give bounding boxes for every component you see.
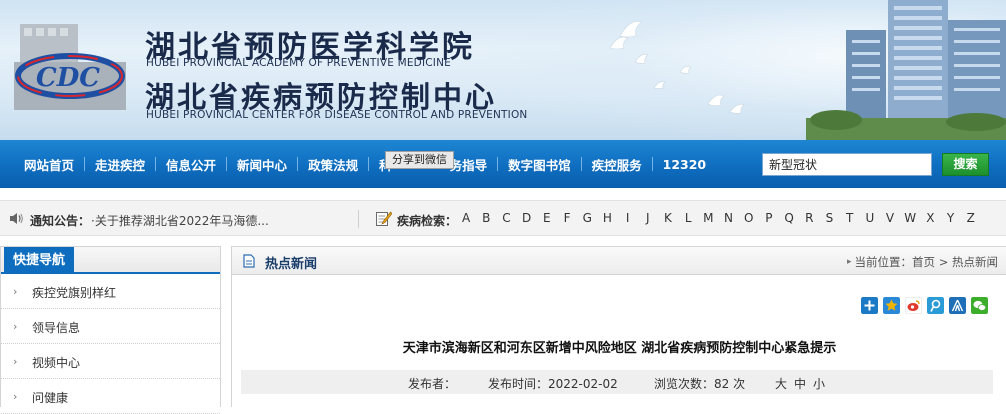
publish-date: 发布时间：2022-02-02 (488, 377, 618, 391)
letter-link[interactable]: N (718, 211, 738, 225)
weibo-icon[interactable] (905, 297, 922, 314)
letter-link[interactable]: C (496, 211, 516, 225)
letter-link[interactable]: B (476, 211, 496, 225)
disease-search-label: 疾病检索： (397, 214, 458, 228)
main-nav: 网站首页 走进疾控 信息公开 新闻中心 政策法规 科 务指导 数字图书馆 疾控服… (0, 140, 1006, 188)
main-content: 热点新闻 ▸ 当前位置： 首页 > 热点新闻 天津市滨海新区和河东区新增中风险地… (231, 246, 1006, 407)
breadcrumb-prefix: 当前位置： (854, 255, 913, 269)
quick-nav-item-label: 疾控党旗别样红 (32, 286, 117, 300)
chevron-right-icon: › (13, 355, 18, 368)
notice-bar: 通知公告： ·关于推荐湖北省2022年马海德... 疾病检索： A B C D … (0, 200, 1006, 236)
letter-link[interactable]: T (840, 211, 860, 225)
share-wechat-tooltip: 分享到微信 (385, 151, 454, 169)
share-more-icon[interactable] (861, 297, 878, 314)
font-size-medium-button[interactable]: 中 (794, 375, 806, 392)
font-size-small-button[interactable]: 小 (813, 375, 825, 392)
quick-nav-panel: 快捷导航 › 疾控党旗别样红 › 领导信息 › 视频中心 › 问健康 (0, 246, 221, 414)
nav-item-home[interactable]: 网站首页 (14, 155, 84, 174)
breadcrumb-home[interactable]: 首页 (912, 254, 935, 270)
cdc-title-en: HUBEI PROVINCIAL CENTER FOR DISEASE CONT… (146, 109, 528, 121)
triangle-right-icon: ▸ (847, 257, 852, 267)
quick-nav-item-label: 领导信息 (32, 321, 81, 335)
letter-link[interactable]: M (698, 211, 718, 225)
breadcrumb-current[interactable]: 热点新闻 (952, 254, 998, 270)
cdc-logo-icon: CDC (14, 24, 126, 110)
letter-link[interactable]: X (920, 211, 940, 225)
letter-link[interactable]: S (819, 211, 839, 225)
search-input[interactable] (762, 153, 932, 176)
chevron-right-icon: › (13, 285, 18, 298)
letter-link[interactable]: Z (961, 211, 981, 225)
letter-link[interactable]: Y (941, 211, 961, 225)
quick-nav-header: 快捷导航 (1, 247, 220, 274)
speaker-icon (10, 213, 23, 224)
letter-link[interactable]: J (638, 211, 658, 225)
svg-text:CDC: CDC (36, 63, 100, 93)
font-size-large-button[interactable]: 大 (775, 375, 787, 392)
letter-link[interactable]: I (618, 211, 638, 225)
letter-link[interactable]: E (537, 211, 557, 225)
notice-link[interactable]: ·关于推荐湖北省2022年马海德... (91, 212, 269, 229)
notice-label: 通知公告： (30, 214, 91, 228)
letter-link[interactable]: V (880, 211, 900, 225)
renren-icon[interactable] (949, 297, 966, 314)
wechat-icon[interactable] (971, 297, 988, 314)
edit-icon (376, 211, 392, 226)
header-banner: CDC 湖北省预防医学科学院 HUBEI PROVINCIAL ACADEMY … (0, 0, 1006, 140)
nav-item-policy[interactable]: 政策法规 (298, 155, 368, 174)
quick-nav-item[interactable]: › 领导信息 (1, 309, 220, 344)
letter-link[interactable]: K (658, 211, 678, 225)
view-count: 浏览次数：82 次 (654, 377, 746, 391)
disease-letter-index: A B C D E F G H I J K L M N O P Q R S T … (456, 211, 981, 225)
quick-nav-item-label: 视频中心 (32, 356, 81, 370)
section-header: 热点新闻 ▸ 当前位置： 首页 > 热点新闻 (232, 247, 1006, 275)
share-toolbar (861, 297, 988, 314)
nav-item-hotline[interactable]: 12320 (653, 157, 717, 172)
nav-items: 网站首页 走进疾控 信息公开 新闻中心 政策法规 科 务指导 数字图书馆 疾控服… (14, 140, 716, 188)
academy-title-en: HUBEI PROVINCIAL ACADEMY OF PREVENTIVE M… (146, 57, 451, 69)
search-button[interactable]: 搜索 (942, 153, 989, 176)
breadcrumb-separator: > (935, 255, 952, 269)
letter-link[interactable]: D (517, 211, 537, 225)
letter-link[interactable]: O (739, 211, 759, 225)
letter-link[interactable]: H (597, 211, 617, 225)
letter-link[interactable]: P (759, 211, 779, 225)
nav-item-news[interactable]: 新闻中心 (227, 155, 297, 174)
letter-link[interactable]: A (456, 211, 476, 225)
document-icon (243, 254, 255, 268)
font-size-switcher: 大 中 小 (775, 375, 825, 392)
breadcrumb: ▸ 当前位置： 首页 > 热点新闻 (847, 254, 998, 270)
letter-link[interactable]: W (900, 211, 920, 225)
quick-nav-title: 快捷导航 (4, 247, 75, 274)
letter-link[interactable]: L (678, 211, 698, 225)
chevron-right-icon: › (13, 390, 18, 403)
nav-item-library[interactable]: 数字图书馆 (498, 155, 581, 174)
building-illustration-icon (806, 0, 1006, 140)
doves-decoration-icon (609, 21, 745, 114)
letter-link[interactable]: G (577, 211, 597, 225)
article-meta-bar: 发布者： 发布时间：2022-02-02 浏览次数：82 次 大 中 小 (241, 370, 993, 394)
letter-link[interactable]: R (799, 211, 819, 225)
tencent-weibo-icon[interactable] (927, 297, 944, 314)
quick-nav-item[interactable]: › 疾控党旗别样红 (1, 274, 220, 309)
qzone-icon[interactable] (883, 297, 900, 314)
letter-link[interactable]: U (860, 211, 880, 225)
article-title: 天津市滨海新区和河东区新增中风险地区 湖北省疾病预防控制中心紧急提示 (402, 341, 837, 356)
quick-nav-item-label: 问健康 (32, 391, 69, 405)
letter-link[interactable]: Q (779, 211, 799, 225)
publisher-label: 发布者： (408, 377, 457, 391)
notice-divider (358, 210, 359, 228)
nav-item-guidance[interactable]: 务指导 (450, 155, 498, 174)
chevron-right-icon: › (13, 320, 18, 333)
nav-item-about[interactable]: 走进疾控 (85, 155, 155, 174)
letter-link[interactable]: F (557, 211, 577, 225)
nav-item-services[interactable]: 疾控服务 (582, 155, 652, 174)
section-title: 热点新闻 (265, 257, 318, 272)
quick-nav-item[interactable]: › 问健康 (1, 379, 220, 414)
quick-nav-item[interactable]: › 视频中心 (1, 344, 220, 379)
nav-item-disclosure[interactable]: 信息公开 (156, 155, 226, 174)
